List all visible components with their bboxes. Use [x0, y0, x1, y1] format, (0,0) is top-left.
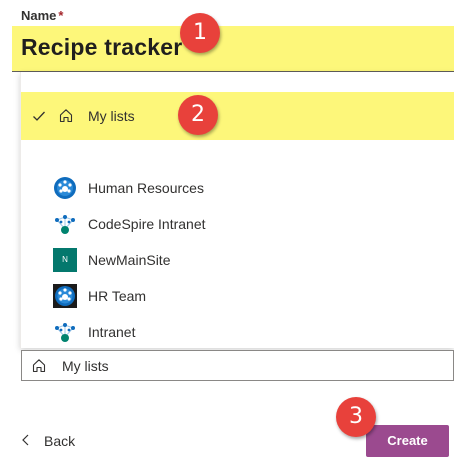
name-label: Name * [21, 8, 64, 23]
checkmark-icon [33, 111, 45, 121]
site-hub-icon [54, 177, 76, 199]
required-mark: * [58, 8, 64, 23]
site-option-label: CodeSpire Intranet [88, 216, 206, 232]
location-select-value: My lists [62, 358, 109, 374]
name-input-value: Recipe tracker [21, 34, 183, 60]
home-icon [32, 359, 46, 373]
site-option-label: Human Resources [88, 180, 204, 196]
site-option-label: HR Team [88, 288, 147, 304]
back-button-label: Back [44, 433, 76, 449]
callout-badge-2: 2 [178, 95, 218, 135]
name-input[interactable]: Recipe tracker [12, 26, 454, 72]
location-select[interactable]: My lists [21, 350, 454, 381]
site-option-intranet[interactable]: Intranet [53, 318, 433, 346]
site-option-label: Intranet [88, 324, 136, 340]
callout-badge-3: 3 [336, 397, 376, 437]
site-network-icon [55, 323, 75, 342]
dropdown-option-my-lists[interactable]: My lists [21, 92, 454, 140]
site-option-label: NewMainSite [88, 252, 171, 268]
site-network-icon [55, 215, 75, 234]
home-icon [59, 109, 73, 123]
site-letter-icon: N [53, 248, 77, 272]
save-location-dropdown: My lists Human Resources CodeSpire Intra… [20, 72, 454, 348]
site-option-human-resources[interactable]: Human Resources [53, 174, 433, 202]
site-option-newmainsite[interactable]: N NewMainSite [53, 246, 433, 274]
create-list-panel: Name * Recipe tracker My lists Human Res… [0, 0, 454, 466]
site-hub-dark-icon [53, 284, 77, 308]
site-option-codespire-intranet[interactable]: CodeSpire Intranet [53, 210, 433, 238]
dropdown-option-label: My lists [88, 108, 135, 124]
callout-badge-1: 1 [180, 13, 220, 53]
site-option-hr-team[interactable]: HR Team [53, 282, 433, 310]
create-button[interactable]: Create [366, 425, 449, 457]
chevron-left-icon [22, 434, 29, 446]
